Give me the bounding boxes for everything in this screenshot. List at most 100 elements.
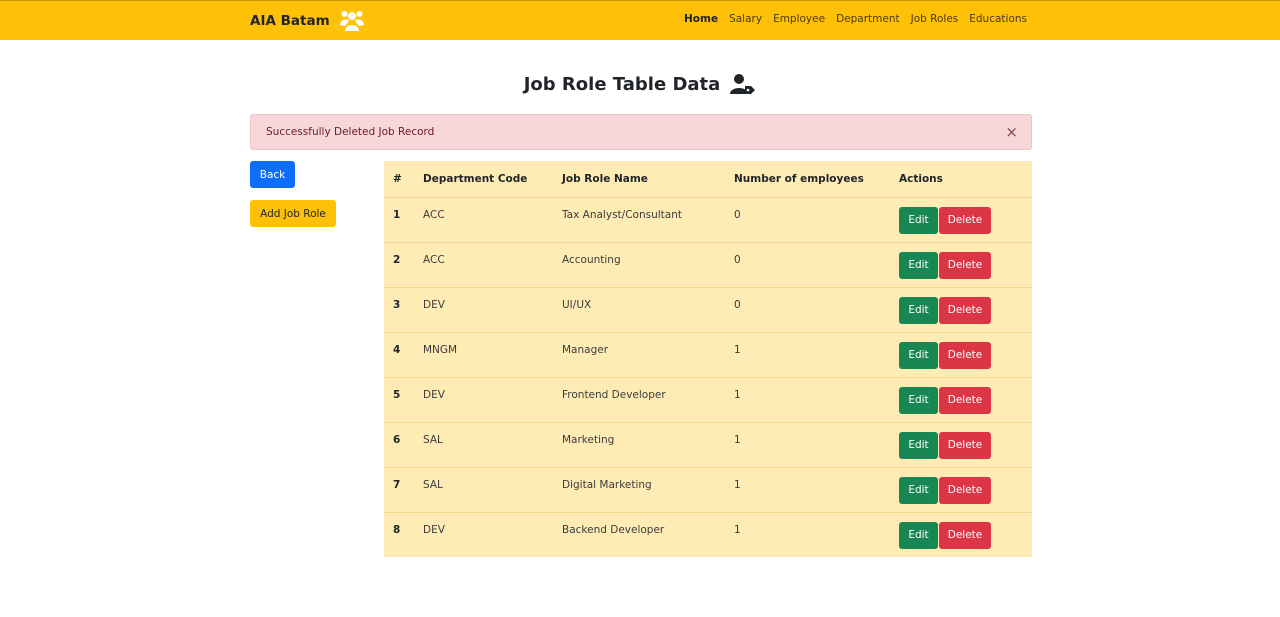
row-job-role-name: Manager (562, 343, 609, 356)
header-number: # (393, 172, 402, 185)
row-number: 8 (393, 523, 401, 536)
alert-message: Successfully Deleted Job Record (266, 126, 435, 138)
nav-links: Home Salary Employee Department Job Role… (684, 13, 1027, 25)
row-department-code: DEV (423, 298, 445, 311)
row-department-code: SAL (423, 478, 443, 491)
row-department-code: SAL (423, 433, 443, 446)
edit-button[interactable]: Edit (899, 206, 938, 234)
table-row: 8 DEV Backend Developer 1 Edit Delete (384, 512, 1032, 557)
delete-button[interactable]: Delete (939, 296, 991, 324)
header-actions: Actions (899, 172, 943, 185)
table-header: # Department Code Job Role Name Number o… (384, 161, 1032, 197)
navbar: AIA Batam Home Salary Employee Departmen… (0, 0, 1280, 40)
brand-label: AIA Batam (250, 13, 330, 29)
row-department-code: ACC (423, 208, 445, 221)
row-actions: Edit Delete (890, 467, 1032, 512)
delete-button[interactable]: Delete (939, 341, 991, 369)
row-number-of-employees: 1 (734, 343, 741, 356)
table-row: 5 DEV Frontend Developer 1 Edit Delete (384, 377, 1032, 422)
row-job-role-name: Accounting (562, 253, 621, 266)
delete-button[interactable]: Delete (939, 386, 991, 414)
row-job-role-name: Marketing (562, 433, 615, 446)
row-actions-group: Edit Delete (899, 476, 1032, 504)
header-job-role-name: Job Role Name (562, 172, 648, 185)
edit-button[interactable]: Edit (899, 251, 938, 279)
row-number: 2 (393, 253, 401, 266)
row-actions: Edit Delete (890, 422, 1032, 467)
row-actions-group: Edit Delete (899, 386, 1032, 414)
row-job-role-name: UI/UX (562, 298, 592, 311)
table-row: 7 SAL Digital Marketing 1 Edit Delete (384, 467, 1032, 512)
row-actions-group: Edit Delete (899, 341, 1032, 369)
row-number-of-employees: 1 (734, 388, 741, 401)
edit-button[interactable]: Edit (899, 341, 938, 369)
row-number-of-employees: 0 (734, 253, 741, 266)
row-job-role-name: Digital Marketing (562, 478, 652, 491)
edit-button[interactable]: Edit (899, 476, 938, 504)
row-number: 4 (393, 343, 401, 356)
row-job-role-name: Tax Analyst/Consultant (562, 208, 682, 221)
row-number-of-employees: 1 (734, 478, 741, 491)
table-row: 3 DEV UI/UX 0 Edit Delete (384, 287, 1032, 332)
header-number-of-employees: Number of employees (734, 172, 864, 185)
row-number-of-employees: 0 (734, 208, 741, 221)
edit-button[interactable]: Edit (899, 521, 938, 549)
edit-button[interactable]: Edit (899, 431, 938, 459)
row-number-of-employees: 1 (734, 523, 741, 536)
row-number-of-employees: 0 (734, 298, 741, 311)
page-title: Job Role Table Data (0, 73, 1280, 95)
row-job-role-name: Backend Developer (562, 523, 665, 536)
row-actions: Edit Delete (890, 332, 1032, 377)
delete-button[interactable]: Delete (939, 251, 991, 279)
row-actions: Edit Delete (890, 377, 1032, 422)
job-role-table: # Department Code Job Role Name Number o… (384, 161, 1032, 557)
nav-department[interactable]: Department (836, 13, 900, 25)
row-number: 5 (393, 388, 401, 401)
row-number: 3 (393, 298, 401, 311)
add-job-role-button[interactable]: Add Job Role (250, 200, 336, 227)
nav-job-roles[interactable]: Job Roles (911, 13, 959, 25)
row-number: 7 (393, 478, 401, 491)
table-row: 6 SAL Marketing 1 Edit Delete (384, 422, 1032, 467)
user-tag-icon (730, 74, 756, 94)
table-body: 1 ACC Tax Analyst/Consultant 0 Edit Delete 2 AC… (384, 197, 1032, 557)
row-number: 1 (393, 208, 401, 221)
row-actions: Edit Delete (890, 512, 1032, 557)
edit-button[interactable]: Edit (899, 386, 938, 414)
row-number-of-employees: 1 (734, 433, 741, 446)
nav-salary[interactable]: Salary (729, 13, 762, 25)
table-header-row: # Department Code Job Role Name Number o… (384, 161, 1032, 197)
page-title-text: Job Role Table Data (523, 73, 721, 95)
row-department-code: MNGM (423, 343, 458, 356)
table-row: 4 MNGM Manager 1 Edit Delete (384, 332, 1032, 377)
table-row: 2 ACC Accounting 0 Edit Delete (384, 242, 1032, 287)
back-button[interactable]: Back (250, 161, 295, 188)
row-actions: Edit Delete (890, 242, 1032, 287)
edit-button[interactable]: Edit (899, 296, 938, 324)
row-actions: Edit Delete (890, 287, 1032, 332)
success-alert: Successfully Deleted Job Record × (250, 114, 1032, 150)
row-job-role-name: Frontend Developer (562, 388, 666, 401)
row-actions-group: Edit Delete (899, 296, 1032, 324)
delete-button[interactable]: Delete (939, 431, 991, 459)
row-actions-group: Edit Delete (899, 521, 1032, 549)
row-number: 6 (393, 433, 401, 446)
row-actions-group: Edit Delete (899, 206, 1032, 234)
row-department-code: ACC (423, 253, 445, 266)
row-department-code: DEV (423, 388, 445, 401)
table-row: 1 ACC Tax Analyst/Consultant 0 Edit Delete (384, 197, 1032, 242)
delete-button[interactable]: Delete (939, 206, 991, 234)
navbar-brand[interactable]: AIA Batam (250, 10, 364, 32)
alert-close-icon[interactable]: × (1005, 123, 1018, 141)
row-department-code: DEV (423, 523, 445, 536)
users-icon (339, 11, 364, 31)
delete-button[interactable]: Delete (939, 521, 991, 549)
header-department-code: Department Code (423, 172, 528, 185)
nav-educations[interactable]: Educations (969, 13, 1027, 25)
nav-employee[interactable]: Employee (773, 13, 825, 25)
nav-home[interactable]: Home (684, 13, 718, 25)
delete-button[interactable]: Delete (939, 476, 991, 504)
row-actions: Edit Delete (890, 197, 1032, 242)
job-role-table-container: # Department Code Job Role Name Number o… (384, 161, 1032, 557)
row-actions-group: Edit Delete (899, 251, 1032, 279)
